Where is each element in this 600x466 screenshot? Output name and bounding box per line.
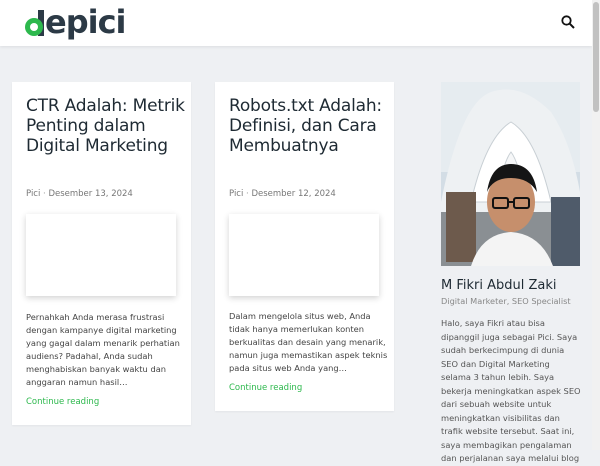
post-title[interactable]: Robots.txt Adalah: Definisi, dan Cara Me… <box>229 96 389 156</box>
site-logo[interactable]: epici <box>24 3 127 42</box>
post-title[interactable]: CTR Adalah: Metrik Penting dalam Digital… <box>26 96 186 156</box>
profile-role: Digital Marketer, SEO Specialist <box>441 296 571 306</box>
search-icon <box>561 15 575 29</box>
post-author[interactable]: Pici <box>26 189 40 199</box>
post-date: Desember 13, 2024 <box>48 189 133 199</box>
site-header: epici <box>0 0 592 46</box>
post-card: CTR Adalah: Metrik Penting dalam Digital… <box>12 82 191 425</box>
post-excerpt: Dalam mengelola situs web, Anda tidak ha… <box>229 311 388 373</box>
search-button[interactable] <box>561 14 577 30</box>
profile-photo-image <box>441 82 580 266</box>
post-excerpt: Pernahkah Anda merasa frustrasi dengan k… <box>26 312 180 387</box>
profile-photo <box>441 82 580 266</box>
post-thumbnail[interactable] <box>229 214 379 296</box>
post-date: Desember 12, 2024 <box>251 189 336 199</box>
continue-reading-link[interactable]: Continue reading <box>229 383 302 393</box>
post-thumbnail[interactable] <box>26 214 176 296</box>
post-meta: Pici · Desember 13, 2024 <box>26 189 133 199</box>
continue-reading-link[interactable]: Continue reading <box>26 397 99 407</box>
scrollbar-thumb[interactable] <box>593 2 599 112</box>
logo-text: epici <box>45 3 127 41</box>
author-profile-widget: M Fikri Abdul Zaki Digital Marketer, SEO… <box>441 82 581 463</box>
post-author[interactable]: Pici <box>229 189 243 199</box>
profile-bio: Halo, saya Fikri atau bisa dipanggil jug… <box>441 318 581 463</box>
post-meta: Pici · Desember 12, 2024 <box>229 189 336 199</box>
page-scrollbar[interactable] <box>592 0 600 450</box>
profile-name: M Fikri Abdul Zaki <box>441 278 557 293</box>
meta-separator: · <box>246 189 249 199</box>
meta-separator: · <box>43 189 46 199</box>
logo-mark-icon <box>25 10 44 36</box>
post-card: Robots.txt Adalah: Definisi, dan Cara Me… <box>215 82 394 411</box>
